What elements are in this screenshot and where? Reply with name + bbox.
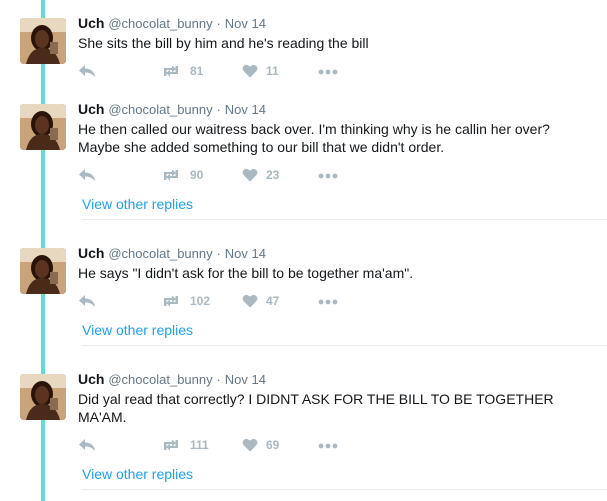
like-button[interactable]: 47: [242, 291, 279, 311]
reply-button[interactable]: [78, 291, 96, 311]
view-other-replies-link[interactable]: View other replies: [82, 321, 193, 339]
header-separator: ·: [216, 246, 221, 261]
like-icon: [242, 438, 258, 452]
retweet-button[interactable]: 111: [160, 435, 209, 455]
view-other-replies-link[interactable]: View other replies: [82, 195, 193, 213]
more-button[interactable]: [318, 61, 338, 81]
like-count: 69: [266, 438, 280, 452]
avatar[interactable]: [20, 104, 66, 150]
like-count: 23: [266, 168, 280, 182]
retweet-button[interactable]: 81: [160, 61, 203, 81]
divider: [82, 345, 607, 346]
retweet-button[interactable]: 90: [160, 165, 203, 185]
like-button[interactable]: 69: [242, 435, 279, 455]
more-icon: [318, 62, 338, 80]
more-button[interactable]: [318, 435, 338, 455]
like-count: 47: [266, 294, 280, 308]
tweet-header: Uch @chocolat_bunny · Nov 14: [78, 370, 266, 389]
reply-button[interactable]: [78, 435, 96, 455]
retweet-button[interactable]: 102: [160, 291, 210, 311]
display-name[interactable]: Uch: [78, 15, 104, 31]
like-icon: [242, 64, 258, 78]
retweet-icon: [160, 64, 182, 78]
retweet-icon: [160, 438, 182, 452]
retweet-count: 90: [190, 168, 204, 182]
timestamp[interactable]: Nov 14: [225, 246, 266, 261]
display-name[interactable]: Uch: [78, 101, 104, 117]
tweet-text: He says "I didn't ask for the bill to be…: [78, 265, 414, 281]
user-handle[interactable]: @chocolat_bunny: [108, 372, 212, 387]
reply-button[interactable]: [78, 165, 96, 185]
tweet-header: Uch @chocolat_bunny · Nov 14: [78, 244, 266, 263]
header-separator: ·: [216, 102, 221, 117]
reply-icon: [78, 168, 96, 182]
tweet-text: She sits the bill by him and he's readin…: [78, 35, 369, 51]
retweet-icon: [160, 168, 182, 182]
timestamp[interactable]: Nov 14: [225, 16, 266, 31]
more-button[interactable]: [318, 291, 338, 311]
display-name[interactable]: Uch: [78, 371, 104, 387]
user-handle[interactable]: @chocolat_bunny: [108, 16, 212, 31]
user-handle[interactable]: @chocolat_bunny: [108, 102, 212, 117]
tweet-header: Uch @chocolat_bunny · Nov 14: [78, 100, 266, 119]
timestamp[interactable]: Nov 14: [225, 102, 266, 117]
retweet-count: 102: [190, 294, 211, 308]
avatar[interactable]: [20, 248, 66, 294]
timestamp[interactable]: Nov 14: [225, 372, 266, 387]
display-name[interactable]: Uch: [78, 245, 104, 261]
more-button[interactable]: [318, 165, 338, 185]
view-other-replies-link[interactable]: View other replies: [82, 465, 193, 483]
like-count: 11: [266, 64, 279, 78]
header-separator: ·: [216, 16, 221, 31]
like-button[interactable]: 11: [242, 61, 279, 81]
like-button[interactable]: 23: [242, 165, 279, 185]
retweet-count: 81: [190, 64, 204, 78]
like-icon: [242, 294, 258, 308]
avatar[interactable]: [20, 374, 66, 420]
avatar[interactable]: [20, 18, 66, 64]
divider: [82, 219, 607, 220]
header-separator: ·: [216, 372, 221, 387]
reply-icon: [78, 64, 96, 78]
more-icon: [318, 292, 338, 310]
reply-button[interactable]: [78, 61, 96, 81]
tweet-text: He then called our waitress back over. I…: [78, 121, 550, 155]
tweet-header: Uch @chocolat_bunny · Nov 14: [78, 14, 266, 33]
retweet-count: 111: [190, 438, 209, 452]
retweet-icon: [160, 294, 182, 308]
more-icon: [318, 436, 338, 454]
divider: [82, 489, 607, 490]
reply-icon: [78, 438, 96, 452]
like-icon: [242, 168, 258, 182]
more-icon: [318, 166, 338, 184]
reply-icon: [78, 294, 96, 308]
tweet-text: Did yal read that correctly? I DIDNT ASK…: [78, 391, 554, 425]
user-handle[interactable]: @chocolat_bunny: [108, 246, 212, 261]
